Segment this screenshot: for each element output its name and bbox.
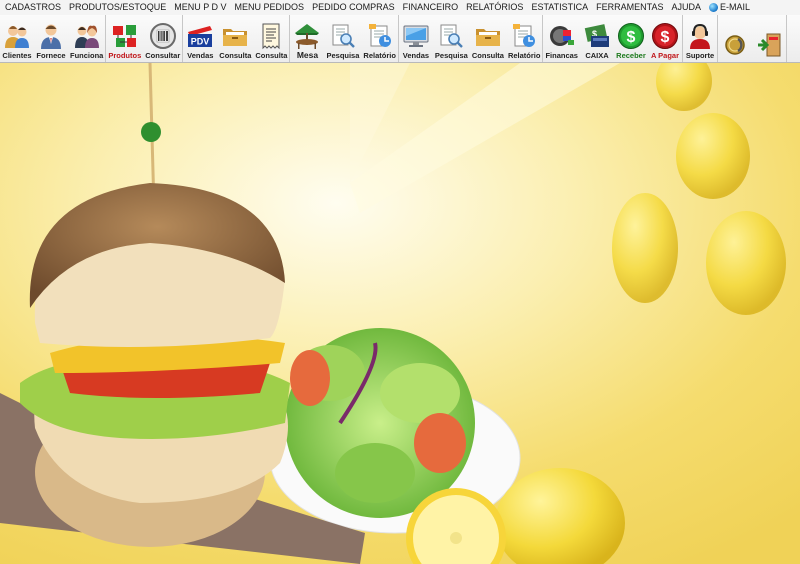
folder-icon bbox=[220, 21, 250, 51]
pdv-consulta-cupom-label: Consulta bbox=[255, 51, 288, 60]
compras-vendas-label: Vendas bbox=[402, 51, 430, 60]
fornecedores-button[interactable]: Fornece bbox=[34, 15, 68, 62]
mesa-label: Mesa bbox=[296, 50, 319, 60]
coin-button[interactable] bbox=[718, 15, 752, 62]
search-doc-icon bbox=[436, 21, 466, 51]
caixa-label: CAIXA bbox=[585, 51, 609, 60]
cash-register-icon: $ bbox=[582, 21, 612, 51]
svg-text:$: $ bbox=[627, 29, 636, 46]
toolbar-group-pedido-compras: Vendas Pesquisa Consulta Relatório bbox=[399, 15, 544, 62]
toolbar-group-financeiro: Financas $ CAIXA $ Receber $ A Pagar bbox=[543, 15, 683, 62]
caixa-button[interactable]: $ CAIXA bbox=[580, 15, 614, 62]
clientes-button[interactable]: Clientes bbox=[0, 15, 34, 62]
financas-label: Financas bbox=[545, 51, 578, 60]
funcionarios-label: Funciona bbox=[70, 51, 104, 60]
toolbar-group-pdv: PDV Vendas Consulta Consulta bbox=[183, 15, 291, 62]
a-pagar-button[interactable]: $ A Pagar bbox=[648, 15, 682, 62]
menu-pdv[interactable]: MENU P D V bbox=[170, 0, 230, 15]
menu-cadastros[interactable]: CADASTROS bbox=[0, 0, 65, 15]
toolbar-group-cadastros: Clientes Fornece Funciona bbox=[0, 15, 107, 62]
exit-icon bbox=[754, 30, 784, 60]
pdv-badge-text: PDV bbox=[191, 37, 210, 47]
pedidos-relatorio-button[interactable]: Relatório bbox=[361, 15, 398, 62]
compras-consulta-button[interactable]: Consulta bbox=[470, 15, 506, 62]
fornecedores-label: Fornece bbox=[36, 51, 66, 60]
menu-pedido-compras[interactable]: PEDIDO COMPRAS bbox=[308, 0, 399, 15]
receber-button[interactable]: $ Receber bbox=[614, 15, 648, 62]
menu-ajuda[interactable]: AJUDA bbox=[667, 0, 705, 15]
exit-button[interactable] bbox=[752, 15, 786, 62]
clientes-label: Clientes bbox=[2, 51, 32, 60]
support-icon bbox=[685, 21, 715, 51]
consultar-button[interactable]: Consultar bbox=[143, 15, 182, 62]
report-icon bbox=[365, 21, 395, 51]
svg-text:$: $ bbox=[661, 29, 670, 46]
toolbar-group-ferramentas bbox=[718, 15, 787, 62]
menu-email[interactable]: E-MAIL bbox=[705, 0, 754, 15]
pdv-consulta-label: Consulta bbox=[219, 51, 252, 60]
folder-icon bbox=[473, 21, 503, 51]
supplier-icon bbox=[36, 21, 66, 51]
compras-pesquisa-button[interactable]: Pesquisa bbox=[433, 15, 470, 62]
search-doc-icon bbox=[328, 21, 358, 51]
barcode-icon bbox=[148, 21, 178, 51]
employee-icon bbox=[72, 21, 102, 51]
menu-pedidos[interactable]: MENU PEDIDOS bbox=[231, 0, 309, 15]
pedidos-relatorio-label: Relatório bbox=[363, 51, 396, 60]
pdv-vendas-label: Vendas bbox=[187, 51, 214, 60]
pedidos-pesquisa-button[interactable]: Pesquisa bbox=[324, 15, 361, 62]
menu-financeiro[interactable]: FINANCEIRO bbox=[399, 0, 463, 15]
pdv-icon: PDV bbox=[185, 21, 215, 51]
background-banner bbox=[0, 63, 800, 564]
menu-relatorios[interactable]: RELATÓRIOS bbox=[462, 0, 527, 15]
compras-vendas-button[interactable]: Vendas bbox=[399, 15, 433, 62]
compras-relatorio-label: Relatório bbox=[507, 51, 541, 60]
a-pagar-label: A Pagar bbox=[650, 51, 680, 60]
toolbar-group-produtos: Produtos Consultar bbox=[106, 15, 184, 62]
receber-label: Receber bbox=[616, 51, 646, 60]
table-icon bbox=[292, 21, 322, 51]
toolbar-group-pedidos: Mesa Pesquisa Relatório bbox=[290, 15, 399, 62]
menu-email-label: E-MAIL bbox=[719, 2, 750, 12]
suporte-label: Suporte bbox=[685, 51, 715, 60]
financas-button[interactable]: Financas bbox=[543, 15, 580, 62]
menu-bar: CADASTROS PRODUTOS/ESTOQUE MENU P D V ME… bbox=[0, 0, 800, 15]
products-icon bbox=[110, 21, 140, 51]
consultar-label: Consultar bbox=[145, 51, 181, 60]
produtos-label: Produtos bbox=[108, 51, 142, 60]
globe-icon bbox=[708, 3, 718, 12]
pay-money-icon: $ bbox=[650, 21, 680, 51]
menu-ferramentas[interactable]: FERRAMENTAS bbox=[592, 0, 667, 15]
receive-money-icon: $ bbox=[616, 21, 646, 51]
compras-relatorio-button[interactable]: Relatório bbox=[506, 15, 543, 62]
finance-icon bbox=[547, 21, 577, 51]
monitor-icon bbox=[401, 21, 431, 51]
mesa-button[interactable]: Mesa bbox=[290, 15, 324, 62]
receipt-icon bbox=[256, 21, 286, 51]
toolbar-group-suporte: Suporte bbox=[683, 15, 718, 62]
produtos-button[interactable]: Produtos bbox=[106, 15, 143, 62]
funcionarios-button[interactable]: Funciona bbox=[68, 15, 105, 62]
compras-pesquisa-label: Pesquisa bbox=[434, 51, 468, 60]
menu-produtos-estoque[interactable]: PRODUTOS/ESTOQUE bbox=[65, 0, 170, 15]
pdv-vendas-button[interactable]: PDV Vendas bbox=[183, 15, 217, 62]
compras-consulta-label: Consulta bbox=[471, 51, 504, 60]
pdv-consulta-cupom-button[interactable]: Consulta bbox=[253, 15, 289, 62]
coin-icon bbox=[720, 30, 750, 60]
toolbar: Clientes Fornece Funciona Produtos Consu… bbox=[0, 15, 800, 63]
clients-icon bbox=[2, 21, 32, 51]
report-icon bbox=[509, 21, 539, 51]
suporte-button[interactable]: Suporte bbox=[683, 15, 717, 62]
pedidos-pesquisa-label: Pesquisa bbox=[326, 51, 360, 60]
menu-estatistica[interactable]: ESTATISTICA bbox=[527, 0, 592, 15]
pdv-consulta-button[interactable]: Consulta bbox=[217, 15, 253, 62]
